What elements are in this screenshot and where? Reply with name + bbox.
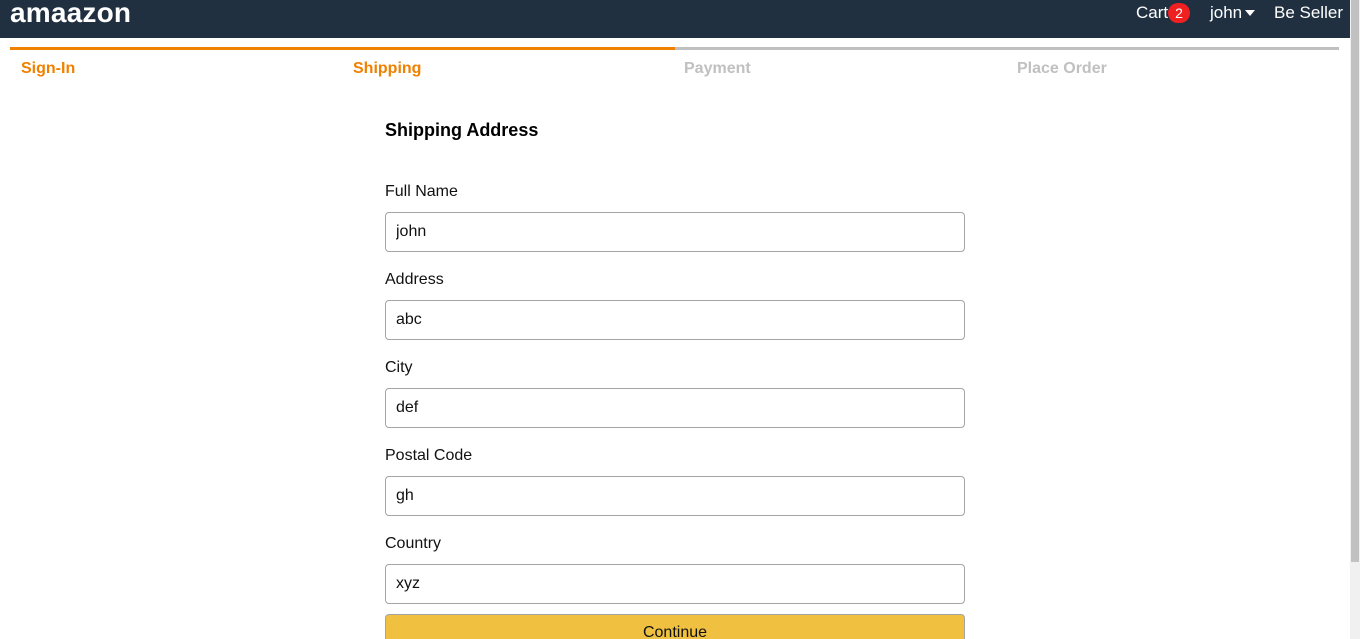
caret-down-icon[interactable]	[1245, 10, 1255, 16]
form-title: Shipping Address	[385, 120, 539, 140]
brand-logo-link[interactable]: amaazon	[10, 0, 131, 29]
cart-count-badge[interactable]: 2	[1168, 3, 1190, 23]
step-bar-signin	[10, 47, 343, 50]
country-input[interactable]	[385, 564, 965, 604]
city-label: City	[385, 359, 413, 376]
country-label: Country	[385, 535, 442, 552]
step-shipping: Shipping	[353, 60, 422, 77]
step-signin: Sign-In	[21, 60, 76, 77]
step-payment: Payment	[684, 60, 751, 77]
step-place-order: Place Order	[1017, 60, 1107, 77]
user-menu-link[interactable]: john	[1210, 3, 1242, 23]
continue-button[interactable]: Continue	[385, 614, 965, 639]
city-input[interactable]	[385, 388, 965, 428]
cart-link[interactable]: Cart	[1136, 3, 1168, 23]
full-name-label: Full Name	[385, 183, 458, 200]
shipping-page: amaazon Cart 2 john Be Seller Sign-In Sh…	[0, 0, 1360, 639]
postal-code-label: Postal Code	[385, 447, 473, 464]
postal-code-input[interactable]	[385, 476, 965, 516]
top-navbar: amaazon Cart 2 john Be Seller	[0, 0, 1350, 38]
full-name-input[interactable]	[385, 212, 965, 252]
step-bar-place-order	[1007, 47, 1339, 50]
scrollbar-thumb[interactable]	[1351, 0, 1359, 562]
step-bar-shipping	[343, 47, 675, 50]
step-bar-payment	[675, 47, 1007, 50]
be-seller-link[interactable]: Be Seller	[1274, 3, 1343, 23]
address-label: Address	[385, 271, 444, 288]
address-input[interactable]	[385, 300, 965, 340]
